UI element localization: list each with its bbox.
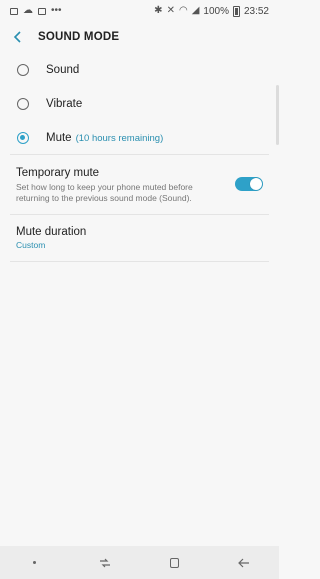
mute-remaining-label: (10 hours remaining) (75, 132, 164, 144)
bluetooth-icon: ✱ (154, 5, 163, 16)
status-bar-right: ✱ ✕ ◠ ◢ 100% 23:52 (154, 5, 269, 17)
temporary-mute-title: Temporary mute (16, 167, 100, 179)
mute-duration-setting[interactable]: Mute duration Custom (16, 226, 86, 250)
toggle-knob (250, 178, 262, 190)
back-arrow-glyph (13, 31, 21, 43)
status-bar-left: ☁ ••• (10, 6, 62, 16)
recent-apps-icon[interactable] (93, 553, 117, 573)
divider (10, 154, 269, 155)
navigation-bar (0, 546, 279, 579)
mode-option-sound[interactable]: Sound (0, 60, 279, 80)
clock: 23:52 (243, 5, 269, 17)
image-icon (10, 7, 18, 15)
dot-icon[interactable] (23, 553, 47, 573)
cloud-icon: ☁ (23, 5, 33, 16)
divider (10, 214, 269, 215)
temporary-mute-toggle[interactable] (235, 177, 263, 191)
radio-sound[interactable] (17, 64, 29, 76)
home-glyph (169, 557, 179, 568)
temporary-mute-setting[interactable]: Temporary mute Set how long to keep your… (16, 167, 216, 204)
back-arrow-icon[interactable] (2, 22, 34, 52)
temporary-mute-description: Set how long to keep your phone muted be… (16, 182, 193, 203)
signal-icon: ◢ (191, 5, 200, 16)
mute-icon: ✕ (166, 5, 175, 16)
back-icon[interactable] (232, 553, 256, 573)
back-glyph (238, 558, 250, 567)
radio-mute[interactable] (17, 132, 29, 144)
scroll-edge (276, 85, 279, 145)
wifi-icon: ◠ (178, 5, 188, 16)
mode-label-sound: Sound (46, 64, 80, 76)
page-title: SOUND MODE (38, 31, 120, 43)
mute-duration-value: Custom (16, 240, 46, 250)
mode-option-vibrate[interactable]: Vibrate (0, 94, 279, 114)
more-icon: ••• (51, 5, 62, 16)
battery-icon (232, 5, 240, 17)
recent-apps-glyph (99, 558, 110, 567)
divider (10, 261, 269, 262)
radio-vibrate[interactable] (17, 98, 29, 110)
mode-label-mute: Mute (46, 132, 72, 144)
home-icon[interactable] (162, 553, 186, 573)
status-bar: ☁ ••• ✱ ✕ ◠ ◢ 100% 23:52 (0, 0, 279, 22)
mute-duration-title: Mute duration (16, 226, 87, 238)
mode-label-vibrate: Vibrate (46, 98, 83, 110)
message-icon (38, 7, 46, 15)
battery-percent: 100% (203, 5, 229, 17)
mode-option-mute[interactable]: Mute (10 hours remaining) (0, 128, 279, 148)
dot-glyph (33, 561, 37, 564)
app-bar: SOUND MODE (0, 22, 279, 52)
